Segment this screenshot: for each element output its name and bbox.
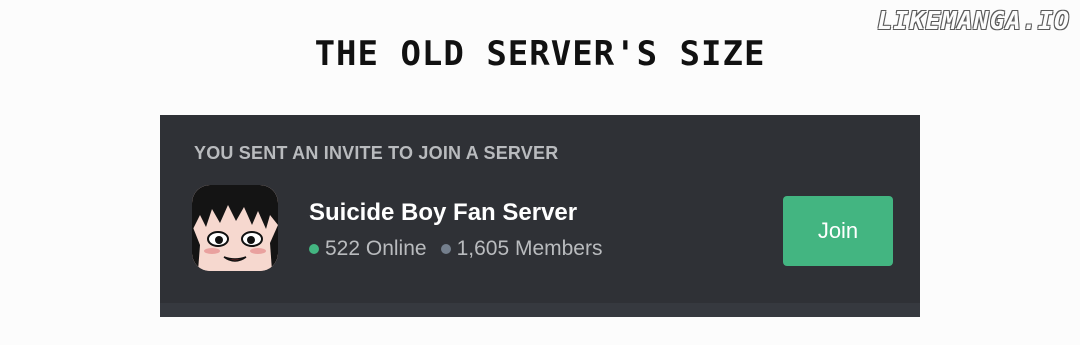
invite-card: YOU SENT AN INVITE TO JOIN A SERVER Suic… <box>160 115 920 317</box>
card-bottom-strip <box>160 303 920 317</box>
online-dot-icon <box>309 244 319 254</box>
page-caption: THE OLD SERVER'S SIZE <box>314 34 766 74</box>
online-count: 522 Online <box>309 237 427 261</box>
invite-header: YOU SENT AN INVITE TO JOIN A SERVER <box>194 143 559 163</box>
anime-boy-avatar-icon[interactable] <box>192 185 278 271</box>
members-dot-icon <box>440 244 451 254</box>
site-watermark: LIKEMANGA.IO <box>877 6 1070 35</box>
member-count: 1,605 Members <box>440 237 603 261</box>
online-count-text: 522 Online <box>325 237 427 260</box>
server-name: Suicide Boy Fan Server <box>309 199 578 226</box>
server-stats: 522 Online 1,605 Members <box>309 237 616 261</box>
member-count-text: 1,605 Members <box>456 237 603 260</box>
join-button[interactable]: Join <box>783 196 893 266</box>
